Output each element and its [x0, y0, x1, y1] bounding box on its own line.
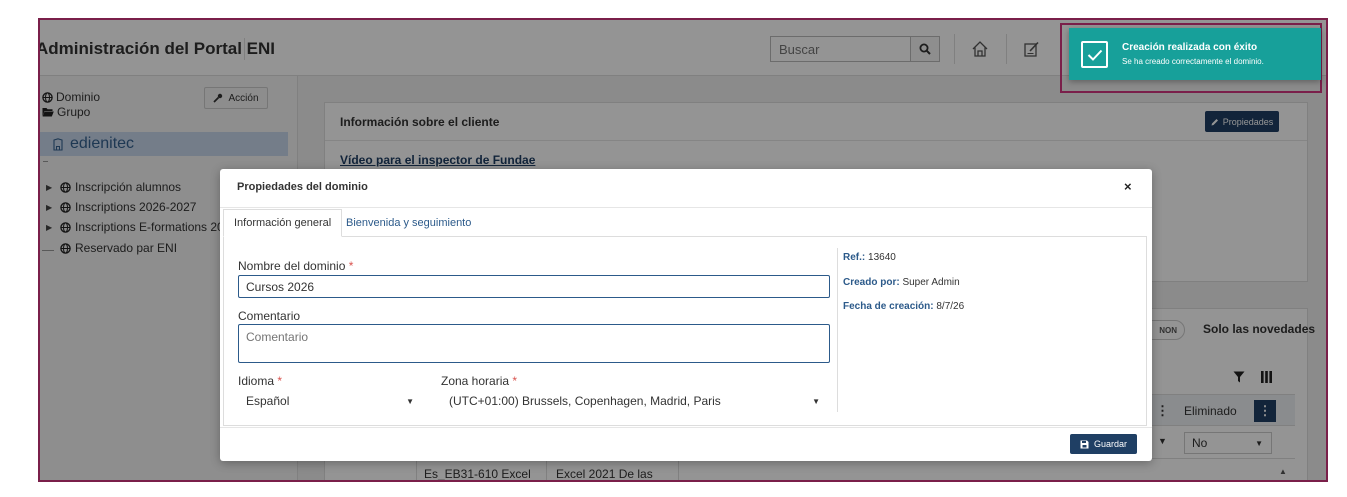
divider — [220, 207, 1152, 208]
created-by-info: Creado por: Super Admin — [843, 277, 960, 288]
created-by-value: Super Admin — [902, 277, 960, 288]
label-text: Zona horaria — [441, 374, 510, 388]
created-date-label: Fecha de creación: — [843, 301, 934, 312]
ref-value: 13640 — [868, 252, 896, 263]
created-by-label: Creado por: — [843, 277, 900, 288]
timezone-label: Zona horaria * — [441, 374, 517, 388]
required-mark: * — [277, 374, 283, 388]
label-text: Nombre del dominio — [238, 259, 346, 273]
created-date-value: 8/7/26 — [936, 301, 965, 312]
label-text: Idioma — [238, 374, 275, 388]
timezone-select[interactable]: (UTC+01:00) Brussels, Copenhagen, Madrid… — [441, 389, 830, 412]
dialog-title: Propiedades del dominio — [237, 181, 368, 193]
language-label: Idioma * — [238, 374, 282, 388]
tab-informacion-general[interactable]: Información general — [223, 209, 343, 237]
info-divider — [837, 248, 838, 412]
domain-name-input[interactable] — [238, 275, 830, 298]
ref-label: Ref.: — [843, 252, 866, 263]
comment-textarea[interactable] — [238, 324, 830, 363]
created-date-info: Fecha de creación: 8/7/26 — [843, 301, 964, 312]
check-icon — [1081, 41, 1108, 68]
save-button[interactable]: Guardar — [1070, 434, 1137, 454]
divider — [220, 427, 1152, 428]
toast-title: Creación realizada con éxito — [1122, 42, 1258, 53]
required-mark: * — [512, 374, 518, 388]
toast-message: Se ha creado correctamente el dominio. — [1122, 57, 1264, 66]
required-mark: * — [348, 259, 354, 273]
domain-properties-dialog: Propiedades del dominio × Información ge… — [220, 169, 1152, 461]
chevron-down-icon: ▼ — [812, 397, 820, 406]
language-select[interactable]: Español ▼ — [238, 389, 424, 412]
save-button-label: Guardar — [1093, 439, 1128, 449]
domain-name-label: Nombre del dominio * — [238, 259, 353, 273]
timezone-value: (UTC+01:00) Brussels, Copenhagen, Madrid… — [449, 393, 721, 408]
success-toast[interactable]: Creación realizada con éxito Se ha cread… — [1069, 28, 1321, 80]
ref-info: Ref.: 13640 — [843, 252, 896, 263]
language-value: Español — [246, 393, 290, 408]
save-icon — [1080, 440, 1089, 448]
close-button[interactable]: × — [1124, 179, 1132, 194]
chevron-down-icon: ▼ — [406, 397, 414, 406]
tab-bienvenida-seguimiento[interactable]: Bienvenida y seguimiento — [340, 209, 477, 237]
comment-label: Comentario — [238, 309, 301, 323]
